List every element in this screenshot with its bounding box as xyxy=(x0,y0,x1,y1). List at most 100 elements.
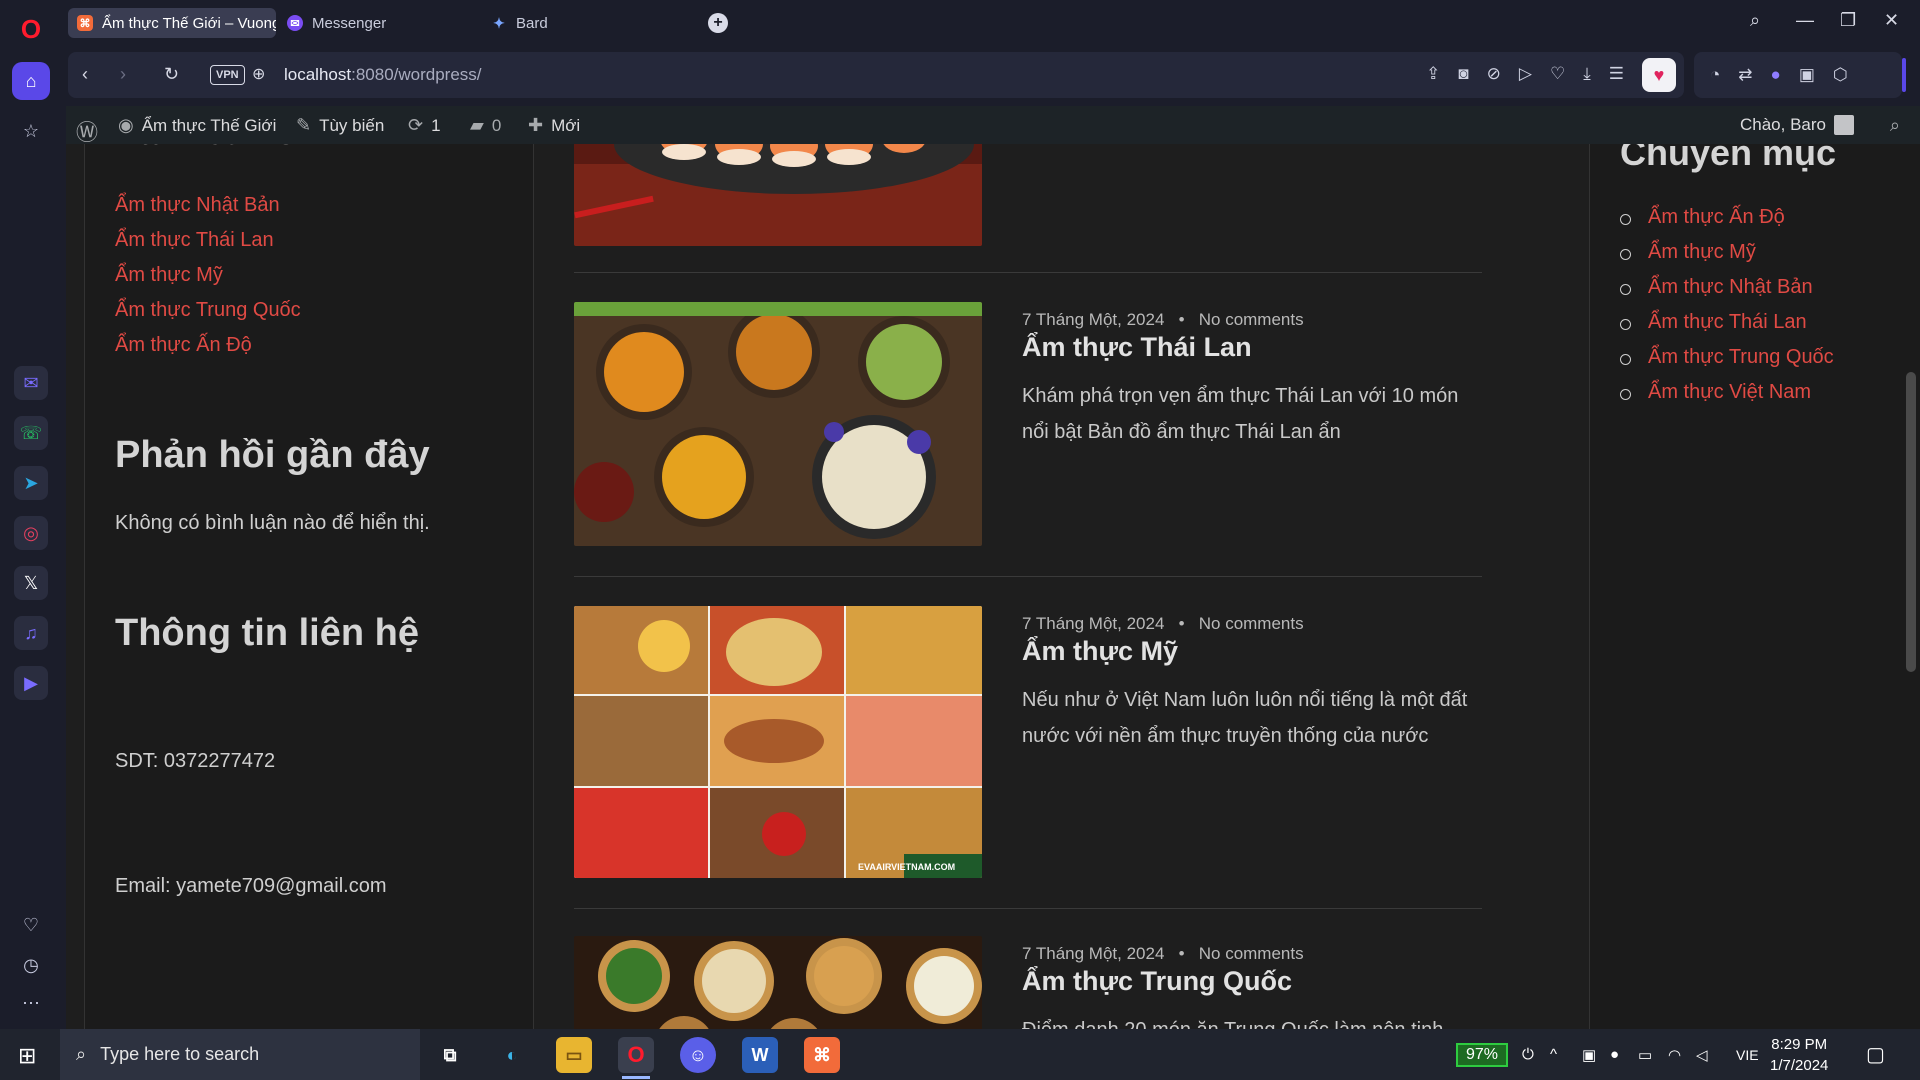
back-icon[interactable]: ‹ xyxy=(82,64,88,85)
taskbar-search-box[interactable]: ⌕ Type here to search xyxy=(60,1029,420,1080)
restore-button[interactable]: ❐ xyxy=(1840,10,1856,31)
discord-icon[interactable]: ☺ xyxy=(680,1037,716,1073)
close-window-button[interactable]: ✕ xyxy=(1884,10,1899,31)
device-icon[interactable]: ▣ xyxy=(1582,1029,1596,1080)
notifications-icon[interactable]: ▢ xyxy=(1866,1029,1885,1080)
new-tab-button[interactable]: + xyxy=(708,13,728,33)
extension-glasses-icon[interactable]: ◔ xyxy=(1710,65,1720,85)
search-tabs-icon[interactable]: ⌕ xyxy=(1750,10,1760,31)
post-thumbnail[interactable]: EVAAIRVIETNAM.COM xyxy=(574,606,982,878)
share-icon[interactable]: ⇪ xyxy=(1426,64,1440,84)
post-title[interactable]: Ẩm thực Thái Lan xyxy=(1022,332,1252,363)
word-icon[interactable]: W xyxy=(742,1037,778,1073)
reload-icon[interactable]: ↻ xyxy=(164,64,179,85)
volume-icon[interactable]: ◁ xyxy=(1696,1029,1708,1080)
category-link[interactable]: Ẩm thực Nhật Bản xyxy=(1620,276,1834,311)
x-twitter-icon[interactable]: 𝕏 xyxy=(14,566,48,600)
recent-post-link[interactable]: Ẩm thực Nhật Bản xyxy=(115,194,280,217)
more-options-icon[interactable]: ⋯ xyxy=(12,984,50,1022)
recent-post-link[interactable]: Ẩm thực Thái Lan xyxy=(115,229,274,252)
post-title[interactable]: Ẩm thực Mỹ xyxy=(1022,636,1178,667)
recent-post-link[interactable]: Ẩm thực Mỹ xyxy=(115,264,223,287)
task-view-icon[interactable]: ⧉ xyxy=(432,1037,468,1073)
wifi-icon[interactable]: ◠ xyxy=(1668,1029,1681,1080)
xampp-icon[interactable]: ⌘ xyxy=(804,1037,840,1073)
customize-label: Tùy biến xyxy=(319,115,385,135)
forward-icon[interactable]: › xyxy=(120,64,126,85)
plus-icon: ✚ xyxy=(528,115,544,135)
heart-icon[interactable]: ♡ xyxy=(1550,64,1565,84)
instagram-icon[interactable]: ◎ xyxy=(14,516,48,550)
windows-start-icon[interactable]: ⊞ xyxy=(18,1043,36,1069)
admin-new[interactable]: ✚ Mới xyxy=(528,115,580,136)
extension-aria-icon[interactable]: ● xyxy=(1771,65,1781,85)
opera-taskbar-icon[interactable]: O xyxy=(618,1037,654,1079)
history-clock-icon[interactable]: ◷ xyxy=(12,946,50,984)
admin-comments[interactable]: ▰ 0 xyxy=(470,115,501,136)
brush-icon: ✎ xyxy=(296,115,312,135)
opera-logo-icon[interactable]: O xyxy=(12,10,50,48)
category-link[interactable]: Ẩm thực Ấn Độ xyxy=(1620,206,1834,241)
extensions-cube-icon[interactable]: ⬡ xyxy=(1833,65,1848,85)
tab-bard[interactable]: ✦ Bard xyxy=(482,8,682,38)
post-date[interactable]: 7 Tháng Một, 2024 xyxy=(1022,614,1164,633)
tab-strip: ⌘ Ẩm thực Thế Giới – Vuong ✉ Messenger ✦… xyxy=(64,0,1920,46)
post-date[interactable]: 7 Tháng Một, 2024 xyxy=(1022,944,1164,963)
file-explorer-icon[interactable]: ▭ xyxy=(556,1037,592,1073)
microphone-icon[interactable]: ● xyxy=(1610,1029,1619,1080)
category-link[interactable]: Ẩm thực Việt Nam xyxy=(1620,381,1834,416)
search-placeholder: Type here to search xyxy=(100,1044,260,1064)
post-thumbnail[interactable] xyxy=(574,302,982,546)
language-indicator[interactable]: VIE xyxy=(1736,1029,1759,1080)
wordpress-logo-icon[interactable]: Ⓦ xyxy=(76,115,98,147)
category-link[interactable]: Ẩm thực Trung Quốc xyxy=(1620,346,1834,381)
post-comments-link[interactable]: No comments xyxy=(1199,614,1304,633)
admin-search-icon[interactable]: ⌕ xyxy=(1890,115,1900,136)
admin-site-name[interactable]: ◉ Ẩm thực Thế Giới xyxy=(118,115,276,136)
tab-wordpress[interactable]: ⌘ Ẩm thực Thế Giới – Vuong xyxy=(68,8,276,38)
url-field[interactable]: localhost:8080/wordpress/ xyxy=(284,65,482,85)
telegram-icon[interactable]: ➤ xyxy=(14,466,48,500)
no-comments-text: Không có bình luận nào để hiển thị. xyxy=(115,512,430,534)
battery-indicator[interactable]: 97% xyxy=(1456,1043,1509,1067)
ad-block-icon[interactable]: ⊘ xyxy=(1487,64,1501,84)
messenger-sidebar-icon[interactable]: ✉ xyxy=(14,366,48,400)
post-thumbnail[interactable] xyxy=(574,936,982,1029)
downloads-icon[interactable]: ⤓ xyxy=(1583,64,1591,84)
plug-icon[interactable]: ⏻ xyxy=(1522,1029,1534,1080)
category-link[interactable]: Ẩm thực Mỹ xyxy=(1620,241,1834,276)
admin-customize[interactable]: ✎ Tùy biến xyxy=(296,115,384,136)
minimize-button[interactable]: — xyxy=(1796,10,1814,31)
post-comments-link[interactable]: No comments xyxy=(1199,310,1304,329)
music-player-icon[interactable]: ♫ xyxy=(14,616,48,650)
whatsapp-icon[interactable]: ☏ xyxy=(14,416,48,450)
page-scrollbar[interactable] xyxy=(1902,144,1920,1029)
show-hidden-icons[interactable]: ^ xyxy=(1550,1029,1557,1080)
bookmarks-heart-icon[interactable]: ♡ xyxy=(12,906,50,944)
post-date[interactable]: 7 Tháng Một, 2024 xyxy=(1022,310,1164,329)
post-title[interactable]: Ẩm thực Trung Quốc xyxy=(1022,966,1292,997)
profile-avatar[interactable]: ♥ xyxy=(1642,58,1676,92)
extension-translate-icon[interactable]: ⇄ xyxy=(1738,65,1752,85)
edge-icon[interactable]: ◐ xyxy=(494,1037,530,1073)
page-viewport: Ⓦ ◉ Ẩm thực Thế Giới ✎ Tùy biến ⟳ 1 ▰ 0 ✚ Mới… xyxy=(66,106,1920,1029)
site-info-icon[interactable]: ⊕ xyxy=(252,64,265,84)
recent-post-link[interactable]: Ẩm thực Ấn Độ xyxy=(115,334,252,357)
easy-setup-icon[interactable]: ☰ xyxy=(1609,64,1624,84)
admin-updates[interactable]: ⟳ 1 xyxy=(408,115,441,136)
admin-account[interactable]: Chào, Baro xyxy=(1740,115,1854,135)
home-icon[interactable]: ⌂ xyxy=(12,62,50,100)
battery-icon[interactable]: ▭ xyxy=(1638,1029,1652,1080)
post-comments-link[interactable]: No comments xyxy=(1199,944,1304,963)
flow-send-icon[interactable]: ▷ xyxy=(1519,64,1532,84)
recent-post-link[interactable]: Ẩm thực Trung Quốc xyxy=(115,299,301,322)
tab-messenger[interactable]: ✉ Messenger xyxy=(278,8,478,38)
scrollbar-thumb[interactable] xyxy=(1906,372,1916,672)
extension-screenshot-icon[interactable]: ▣ xyxy=(1799,65,1815,85)
clock[interactable]: 8:29 PM 1/7/2024 xyxy=(1770,1034,1828,1076)
player-icon[interactable]: ▶ xyxy=(14,666,48,700)
category-link[interactable]: Ẩm thực Thái Lan xyxy=(1620,311,1834,346)
pinboard-icon[interactable]: ☆ xyxy=(12,112,50,150)
vpn-badge[interactable]: VPN xyxy=(210,65,245,85)
snapshot-camera-icon[interactable]: ◙ xyxy=(1458,64,1468,84)
